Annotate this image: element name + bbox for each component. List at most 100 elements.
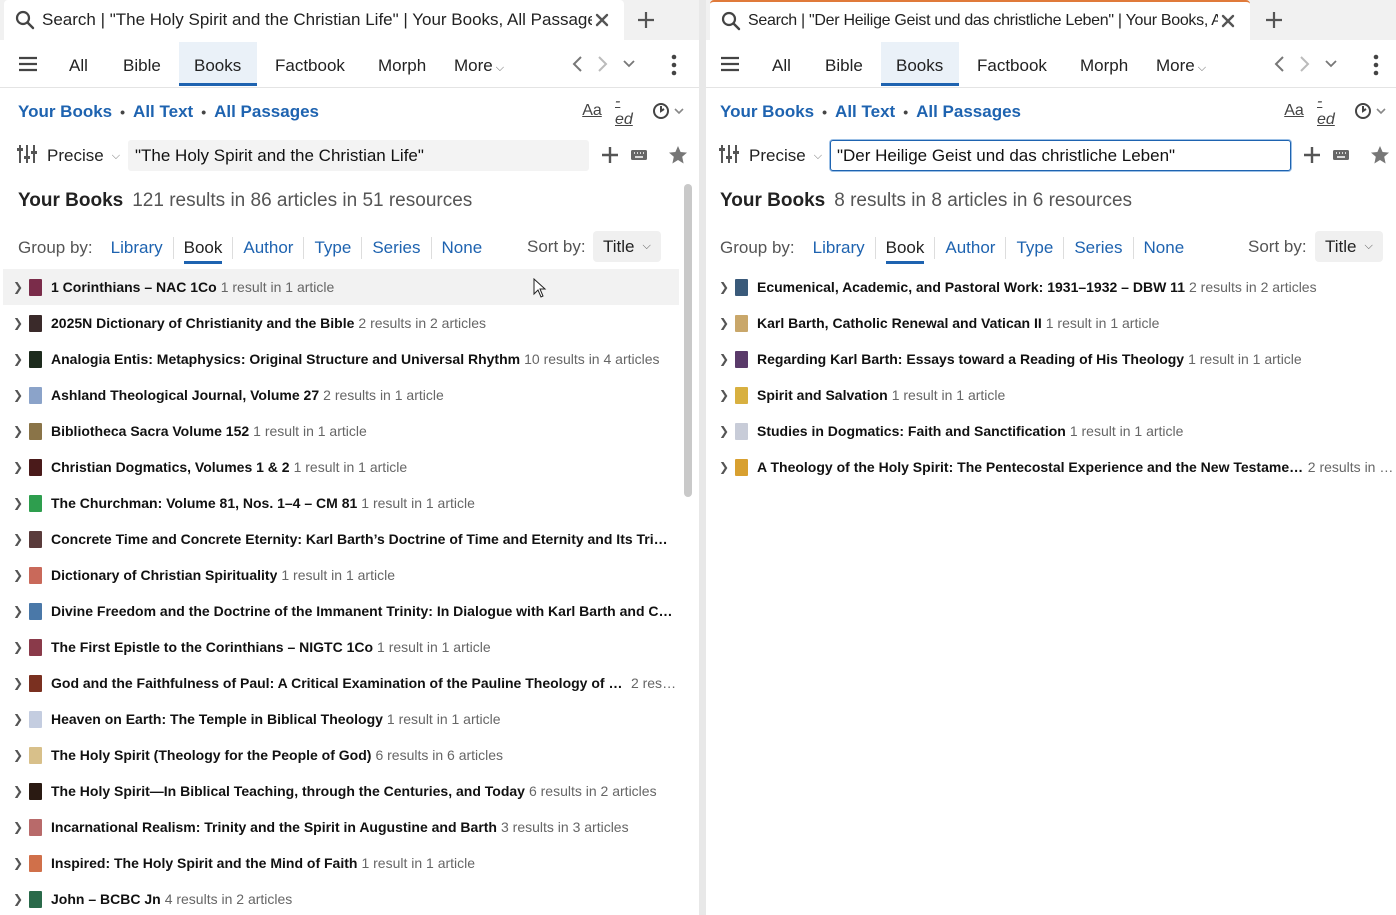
chevron-right-icon[interactable]: ❯ bbox=[709, 352, 735, 366]
chevron-right-icon[interactable]: ❯ bbox=[3, 568, 29, 582]
chevron-right-icon[interactable]: ❯ bbox=[3, 532, 29, 546]
forward-arrow-icon[interactable] bbox=[594, 55, 612, 73]
word-form-icon[interactable]: -ed bbox=[615, 93, 637, 128]
chevron-right-icon[interactable]: ❯ bbox=[709, 424, 735, 438]
new-tab-plus-icon[interactable] bbox=[634, 8, 658, 32]
result-row[interactable]: ❯ Christian Dogmatics, Volumes 1 & 21 res… bbox=[3, 449, 679, 485]
result-row[interactable]: ❯ Analogia Entis: Metaphysics: Original S… bbox=[3, 341, 679, 377]
add-query-plus-icon[interactable] bbox=[599, 144, 621, 166]
tab-more[interactable]: More ⌵ bbox=[1144, 42, 1218, 86]
chevron-right-icon[interactable]: ❯ bbox=[3, 388, 29, 402]
more-options-icon[interactable] bbox=[1367, 54, 1385, 76]
chevron-right-icon[interactable]: ❯ bbox=[709, 316, 735, 330]
add-query-plus-icon[interactable] bbox=[1301, 144, 1323, 166]
chevron-right-icon[interactable]: ❯ bbox=[3, 892, 29, 906]
scope-all-passages[interactable]: All Passages bbox=[214, 102, 319, 122]
scrollbar[interactable] bbox=[684, 184, 692, 497]
chevron-right-icon[interactable]: ❯ bbox=[3, 460, 29, 474]
result-row[interactable]: ❯ 2025N Dictionary of Christianity and th… bbox=[3, 305, 679, 341]
history-chevron-down-icon[interactable] bbox=[620, 55, 638, 73]
search-tab[interactable]: Search | "The Holy Spirit and the Christ… bbox=[4, 0, 624, 40]
group-by-none[interactable]: None bbox=[1134, 237, 1195, 259]
group-by-library[interactable]: Library bbox=[101, 237, 174, 259]
sort-dropdown[interactable]: Title ⌵ bbox=[593, 231, 661, 262]
chevron-right-icon[interactable]: ❯ bbox=[709, 388, 735, 402]
result-row[interactable]: ❯ Inspired: The Holy Spirit and the Mind … bbox=[3, 845, 679, 881]
back-arrow-icon[interactable] bbox=[568, 55, 586, 73]
tab-morph[interactable]: Morph bbox=[1068, 42, 1140, 86]
group-by-series[interactable]: Series bbox=[362, 237, 432, 259]
result-row[interactable]: ❯ The Holy Spirit (Theology for the Peopl… bbox=[3, 737, 679, 773]
group-by-series[interactable]: Series bbox=[1064, 237, 1134, 259]
more-options-icon[interactable] bbox=[665, 54, 683, 76]
group-by-book[interactable]: Book bbox=[876, 237, 936, 264]
precise-filter-dropdown[interactable]: Precise ⌵ bbox=[718, 144, 822, 168]
scope-all-text[interactable]: All Text bbox=[133, 102, 193, 122]
search-tab[interactable]: Search | "Der Heilige Geist und das chri… bbox=[710, 0, 1250, 40]
group-by-type[interactable]: Type bbox=[304, 237, 363, 259]
result-row[interactable]: ❯ Spirit and Salvation 1 result in 1 artic… bbox=[709, 377, 1396, 413]
result-row[interactable]: ❯ Divine Freedom and the Doctrine of the … bbox=[3, 593, 679, 629]
search-input[interactable] bbox=[830, 140, 1291, 171]
result-row[interactable]: ❯ God and the Faithfulness of Paul: A Cri… bbox=[3, 665, 679, 701]
group-by-none[interactable]: None bbox=[432, 237, 493, 259]
chevron-right-icon[interactable]: ❯ bbox=[3, 604, 29, 618]
close-icon[interactable] bbox=[592, 10, 612, 30]
tab-books[interactable]: Books bbox=[179, 42, 257, 86]
group-by-author[interactable]: Author bbox=[233, 237, 305, 259]
search-history-icon[interactable] bbox=[1352, 99, 1388, 123]
chevron-right-icon[interactable]: ❯ bbox=[3, 316, 29, 330]
menu-icon[interactable] bbox=[720, 54, 740, 74]
forward-arrow-icon[interactable] bbox=[1296, 55, 1314, 73]
chevron-right-icon[interactable]: ❯ bbox=[3, 784, 29, 798]
chevron-right-icon[interactable]: ❯ bbox=[3, 712, 29, 726]
word-form-icon[interactable]: -ed bbox=[1317, 93, 1339, 128]
result-row[interactable]: ❯ Dictionary of Christian Spirituality 1 r… bbox=[3, 557, 679, 593]
result-row[interactable]: ❯ Incarnational Realism: Trinity and the … bbox=[3, 809, 679, 845]
close-icon[interactable] bbox=[1218, 11, 1238, 31]
chevron-right-icon[interactable]: ❯ bbox=[709, 460, 735, 474]
result-row[interactable]: ❯ Ashland Theological Journal, Volume 27 2… bbox=[3, 377, 679, 413]
result-row[interactable]: ❯ Regarding Karl Barth: Essays toward a R… bbox=[709, 341, 1396, 377]
group-by-library[interactable]: Library bbox=[803, 237, 876, 259]
menu-icon[interactable] bbox=[18, 54, 38, 74]
tab-bible[interactable]: Bible bbox=[813, 42, 875, 86]
group-by-book[interactable]: Book bbox=[174, 237, 234, 264]
history-chevron-down-icon[interactable] bbox=[1322, 55, 1340, 73]
tab-morph[interactable]: Morph bbox=[366, 42, 438, 86]
tab-bible[interactable]: Bible bbox=[111, 42, 173, 86]
tab-factbook[interactable]: Factbook bbox=[263, 42, 357, 86]
scope-all-passages[interactable]: All Passages bbox=[916, 102, 1021, 122]
result-row[interactable]: ❯ 1 Corinthians – NAC 1Co 1 result in 1 ar… bbox=[3, 269, 679, 305]
star-favorite-icon[interactable] bbox=[667, 144, 689, 166]
chevron-right-icon[interactable]: ❯ bbox=[3, 748, 29, 762]
chevron-right-icon[interactable]: ❯ bbox=[3, 424, 29, 438]
chevron-right-icon[interactable]: ❯ bbox=[709, 280, 735, 294]
tab-books[interactable]: Books bbox=[881, 42, 959, 86]
result-row[interactable]: ❯ Concrete Time and Concrete Eternity: Ka… bbox=[3, 521, 679, 557]
font-size-icon[interactable]: Aa bbox=[582, 99, 602, 123]
result-row[interactable]: ❯ Ecumenical, Academic, and Pastoral Work… bbox=[709, 269, 1396, 305]
chevron-right-icon[interactable]: ❯ bbox=[3, 280, 29, 294]
precise-filter-dropdown[interactable]: Precise ⌵ bbox=[16, 144, 120, 168]
result-row[interactable]: ❯ Bibliotheca Sacra Volume 152 1 result in… bbox=[3, 413, 679, 449]
tab-factbook[interactable]: Factbook bbox=[965, 42, 1059, 86]
chevron-right-icon[interactable]: ❯ bbox=[3, 640, 29, 654]
scope-your-books[interactable]: Your Books bbox=[18, 102, 112, 122]
back-arrow-icon[interactable] bbox=[1270, 55, 1288, 73]
panel-divider[interactable] bbox=[699, 0, 706, 915]
result-row[interactable]: ❯ John – BCBC Jn 4 results in 2 articles bbox=[3, 881, 679, 915]
result-row[interactable]: ❯ Karl Barth, Catholic Renewal and Vatica… bbox=[709, 305, 1396, 341]
keyboard-icon[interactable] bbox=[1330, 144, 1352, 166]
result-row[interactable]: ❯ A Theology of the Holy Spirit: The Pent… bbox=[709, 449, 1396, 485]
chevron-right-icon[interactable]: ❯ bbox=[3, 352, 29, 366]
tab-all[interactable]: All bbox=[760, 42, 803, 86]
new-tab-plus-icon[interactable] bbox=[1262, 8, 1286, 32]
chevron-right-icon[interactable]: ❯ bbox=[3, 496, 29, 510]
scope-all-text[interactable]: All Text bbox=[835, 102, 895, 122]
result-row[interactable]: ❯ The Churchman: Volume 81, Nos. 1–4 – CM… bbox=[3, 485, 679, 521]
search-input[interactable] bbox=[128, 140, 589, 171]
font-size-icon[interactable]: Aa bbox=[1284, 99, 1304, 123]
result-row[interactable]: ❯ The First Epistle to the Corinthians – … bbox=[3, 629, 679, 665]
chevron-right-icon[interactable]: ❯ bbox=[3, 820, 29, 834]
